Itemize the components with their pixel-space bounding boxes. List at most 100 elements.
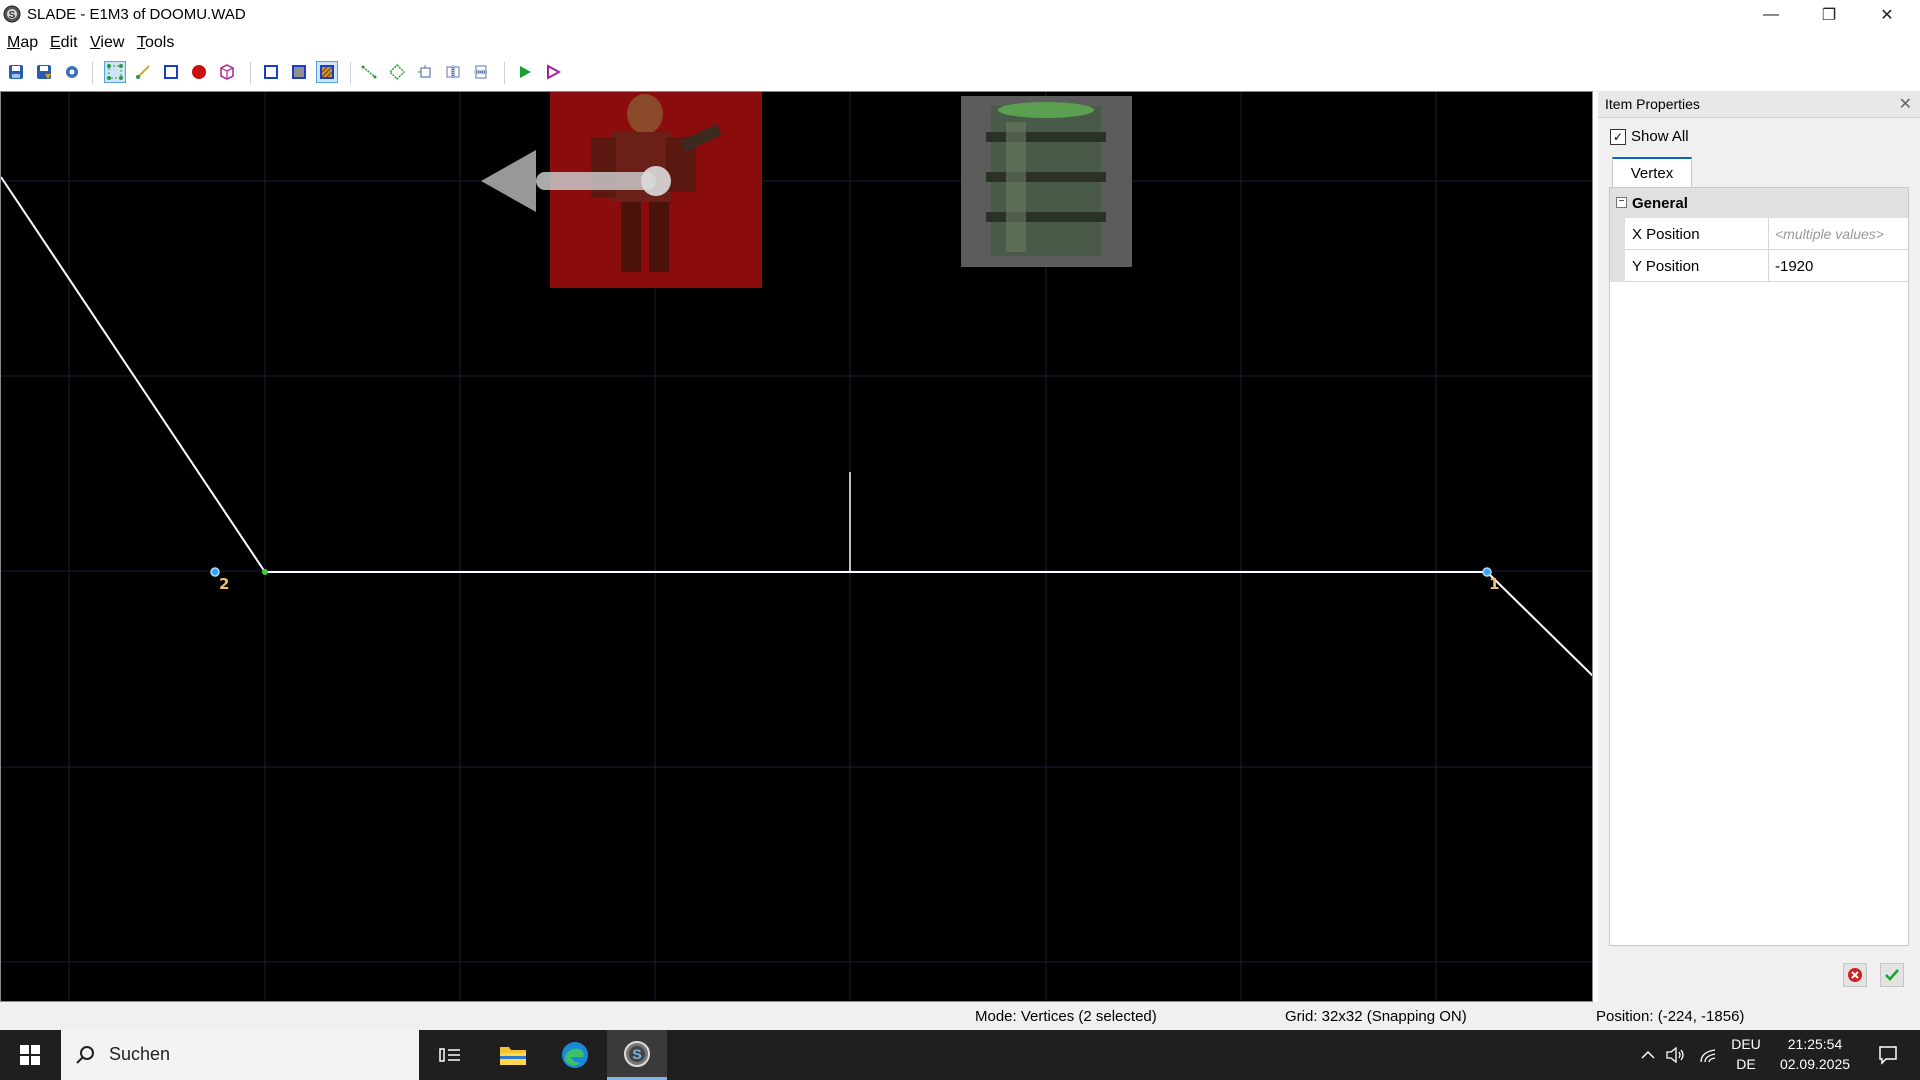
save-map-button[interactable] — [5, 61, 27, 83]
search-icon — [76, 1046, 94, 1064]
file-explorer-button[interactable] — [483, 1030, 543, 1080]
status-position: Position: (-224, -1856) — [1596, 1008, 1745, 1025]
close-icon: ✕ — [1880, 7, 1894, 24]
save-map-as-button[interactable] — [33, 61, 55, 83]
start-button[interactable] — [0, 1030, 60, 1080]
flat-type-textured-button[interactable] — [316, 61, 338, 83]
column-divider — [1768, 218, 1769, 250]
flat-type-untextured-button[interactable] — [288, 61, 310, 83]
property-value[interactable]: <multiple values> — [1775, 226, 1884, 242]
property-row-x-position[interactable]: X Position <multiple values> — [1610, 218, 1908, 250]
things-mode-button[interactable] — [188, 61, 210, 83]
window-title: SLADE - E1M3 of DOOMU.WAD — [27, 6, 246, 23]
vertices-mode-button[interactable] — [104, 61, 126, 83]
task-view-button[interactable] — [420, 1030, 480, 1080]
map-lines[interactable] — [1, 176, 1593, 677]
maximize-button[interactable]: ❐ — [1800, 0, 1858, 30]
status-mode: Mode: Vertices (2 selected) — [975, 1008, 1157, 1025]
volume-button[interactable] — [1664, 1030, 1688, 1080]
grid-lines — [1, 92, 1592, 1001]
edge-icon — [562, 1042, 588, 1068]
play-options-icon — [547, 64, 561, 80]
flat-type-none-button[interactable] — [260, 61, 282, 83]
vertices-mode-icon — [107, 64, 123, 80]
show-hidden-icons-button[interactable] — [1636, 1030, 1660, 1080]
mirror-y-icon — [474, 65, 488, 79]
property-grid: − General X Position <multiple values> Y… — [1609, 187, 1909, 946]
notification-center-button[interactable] — [1868, 1030, 1908, 1080]
task-view-icon — [439, 1048, 460, 1062]
edit-objects-button[interactable] — [414, 61, 436, 83]
vertex-label-1: 1 — [1489, 575, 1499, 593]
run-map-button[interactable] — [514, 61, 536, 83]
toolbar-separator — [250, 62, 251, 84]
svg-text:S: S — [632, 1046, 641, 1062]
edge-browser-button[interactable] — [545, 1030, 605, 1080]
minimize-button[interactable]: — — [1742, 0, 1800, 30]
wifi-icon — [1700, 1049, 1716, 1063]
draw-shape-button[interactable] — [386, 61, 408, 83]
windows-logo-icon — [20, 1045, 40, 1065]
mirror-x-button[interactable] — [442, 61, 464, 83]
clock[interactable]: 21:25:54 02.09.2025 — [1770, 1036, 1860, 1072]
keyboard-layout-code: DE — [1736, 1056, 1756, 1072]
map-canvas[interactable]: 2 1 — [0, 91, 1593, 1002]
windows-taskbar: Suchen S DEU DE 21:25:54 02.09.2025 — [0, 1030, 1920, 1080]
slade-app-icon: S — [3, 5, 21, 23]
property-value[interactable]: -1920 — [1775, 258, 1813, 275]
mirror-y-button[interactable] — [470, 61, 492, 83]
tab-vertex-label: Vertex — [1630, 164, 1674, 182]
toolbar-separator — [92, 62, 93, 84]
network-button[interactable] — [1696, 1030, 1720, 1080]
property-row-y-position[interactable]: Y Position -1920 — [1610, 250, 1908, 282]
vertex-plain — [262, 569, 268, 575]
item-properties-header: Item Properties ✕ — [1598, 91, 1920, 118]
vertex-label-2: 2 — [219, 575, 229, 593]
draw-lines-button[interactable] — [358, 61, 380, 83]
category-label: General — [1632, 195, 1688, 212]
linedef-diagonal-left — [1, 176, 266, 573]
row-gutter — [1610, 250, 1625, 282]
menu-map[interactable]: Map — [7, 34, 38, 52]
taskbar-search-box[interactable]: Suchen — [61, 1030, 419, 1080]
draw-lines-icon — [361, 65, 377, 79]
input-language-indicator[interactable]: DEU DE — [1726, 1036, 1766, 1072]
flat-textured-icon — [320, 65, 334, 79]
collapse-icon[interactable]: − — [1616, 197, 1627, 208]
folder-icon — [500, 1047, 526, 1065]
save-as-icon — [37, 65, 51, 79]
map-options-button[interactable] — [61, 61, 83, 83]
lines-mode-button[interactable] — [132, 61, 154, 83]
slade-taskbar-button[interactable]: S — [607, 1030, 667, 1080]
player-start-thing[interactable] — [481, 92, 762, 288]
apply-changes-button[interactable] — [1880, 963, 1904, 987]
item-properties-panel: Item Properties ✕ ✓ Show All Vertex − Ge… — [1598, 91, 1920, 1002]
category-general[interactable]: − General — [1610, 188, 1908, 218]
draw-shape-icon — [389, 64, 405, 80]
status-bar: Mode: Vertices (2 selected) Grid: 32x32 … — [0, 1002, 1920, 1030]
menu-edit[interactable]: Edit — [50, 34, 78, 52]
linedef-diagonal-right — [1486, 571, 1592, 677]
3d-mode-button[interactable] — [216, 61, 238, 83]
title-bar: S SLADE - E1M3 of DOOMU.WAD — ❐ ✕ — [0, 0, 1920, 30]
slade-icon: S — [624, 1040, 650, 1067]
notification-icon — [1879, 1046, 1897, 1065]
flat-none-icon — [264, 65, 278, 79]
sectors-mode-button[interactable] — [160, 61, 182, 83]
gear-icon — [66, 66, 78, 78]
checkbox-checked-icon: ✓ — [1610, 128, 1626, 145]
panel-close-icon[interactable]: ✕ — [1899, 94, 1912, 114]
menu-tools[interactable]: Tools — [137, 34, 174, 52]
cube-icon — [220, 64, 234, 80]
close-button[interactable]: ✕ — [1858, 0, 1916, 30]
flat-untextured-icon — [292, 65, 306, 79]
menu-view[interactable]: View — [90, 34, 124, 52]
run-map-options-button[interactable] — [542, 61, 564, 83]
property-name: Y Position — [1632, 258, 1700, 275]
barrel-thing[interactable] — [961, 96, 1132, 267]
map-view[interactable]: 2 1 — [1, 92, 1593, 1002]
tab-vertex[interactable]: Vertex — [1612, 157, 1692, 187]
discard-changes-button[interactable] — [1843, 963, 1867, 987]
clock-time: 21:25:54 — [1787, 1036, 1843, 1052]
show-all-checkbox[interactable]: ✓ Show All — [1610, 128, 1689, 145]
